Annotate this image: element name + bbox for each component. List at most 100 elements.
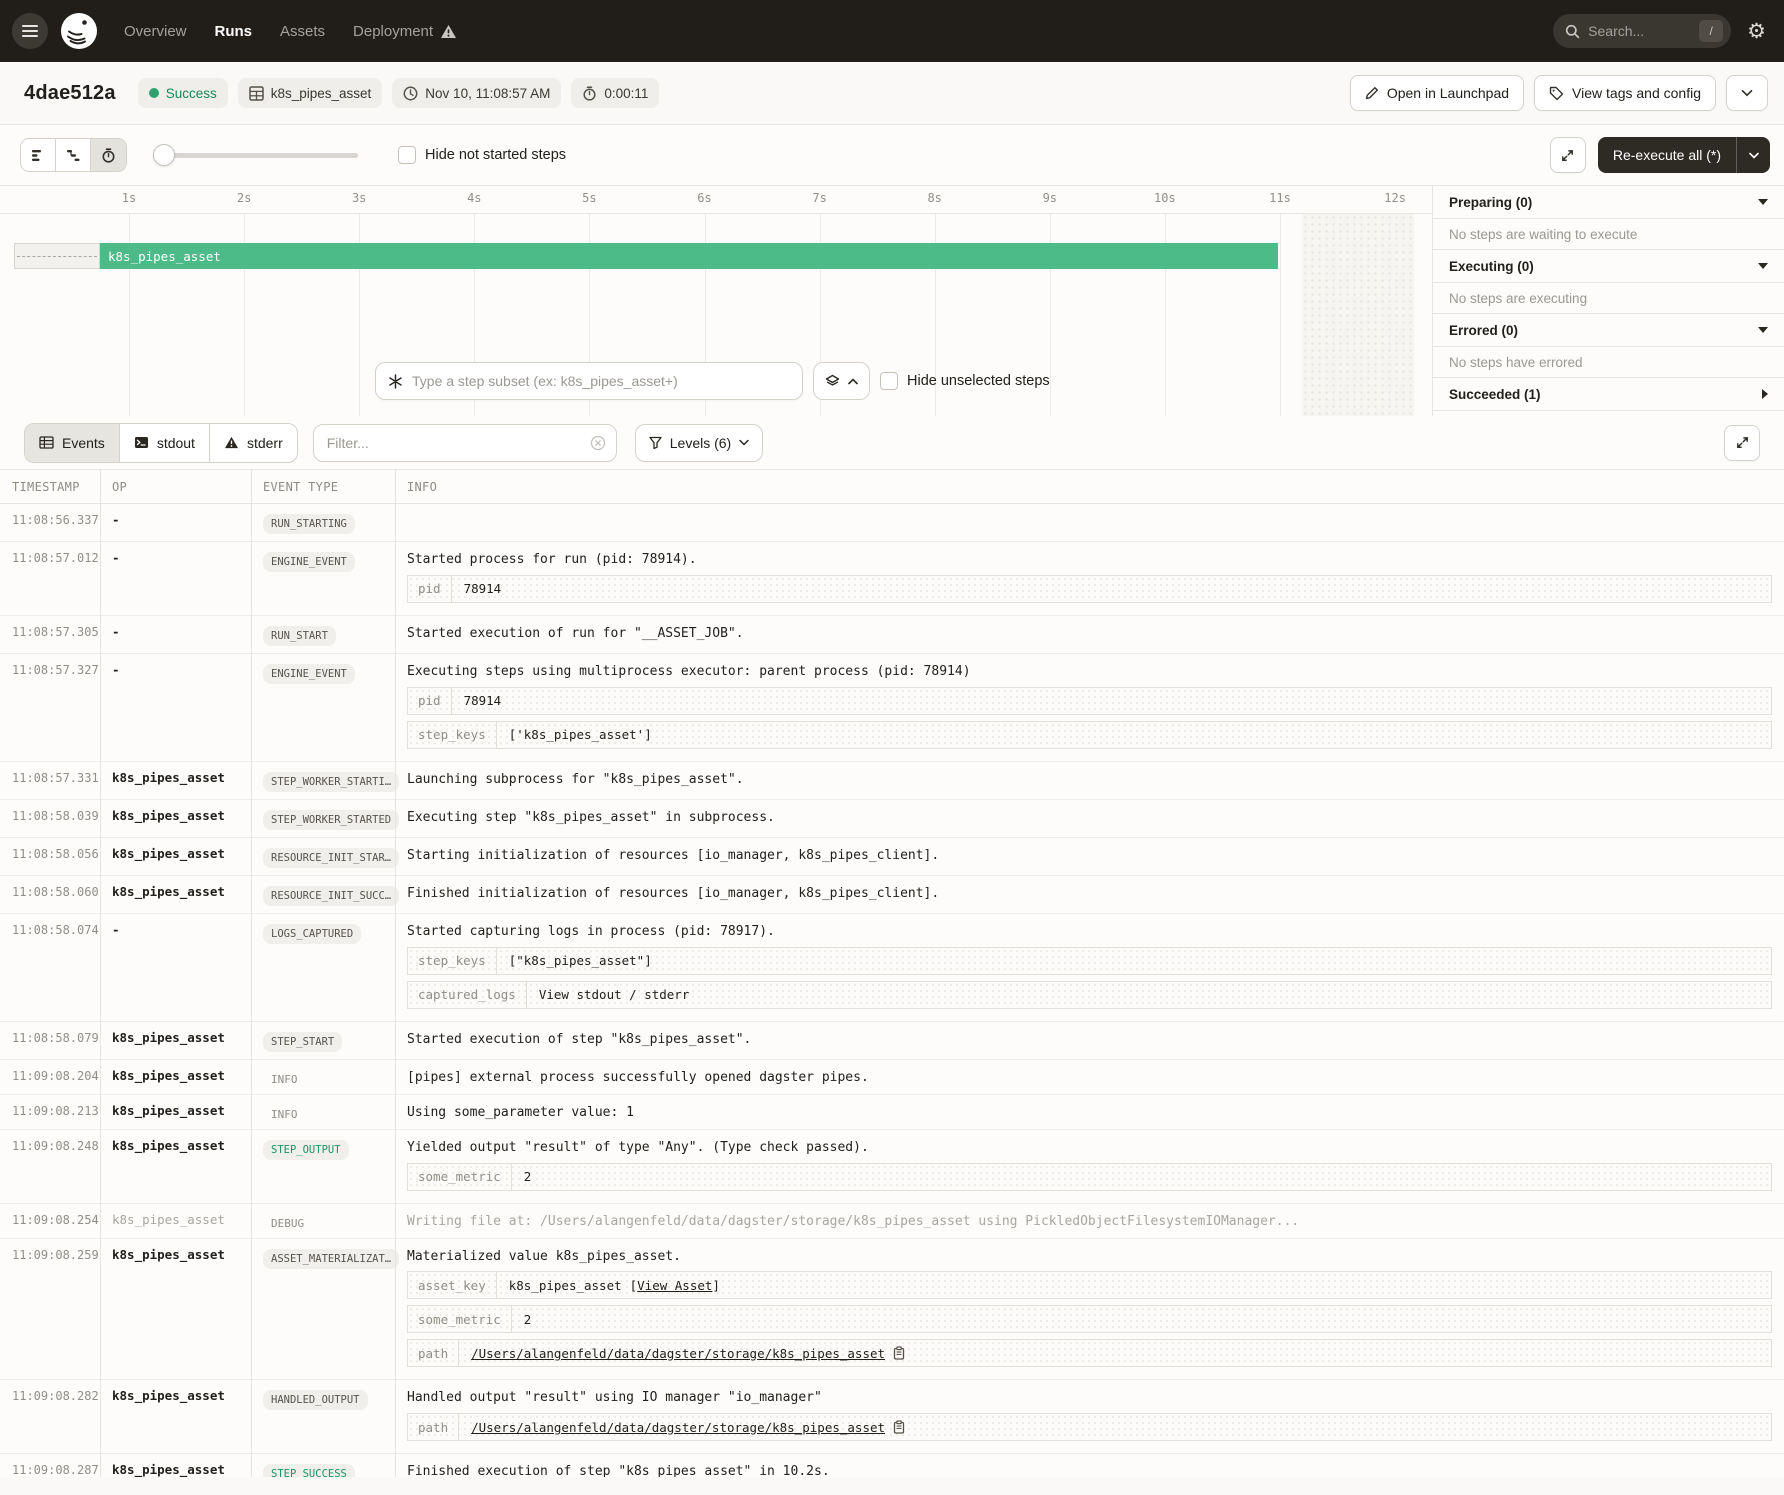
gantt-timeline: 1s2s3s4s5s6s7s8s9s10s11s12s bbox=[0, 186, 1432, 214]
levels-filter-button[interactable]: Levels (6) bbox=[635, 424, 763, 462]
log-row[interactable]: 11:08:57.331k8s_pipes_assetSTEP_WORKER_S… bbox=[0, 762, 1784, 800]
metadata-entry: pid78914 bbox=[407, 575, 1772, 603]
step-subset-input[interactable] bbox=[375, 362, 803, 400]
log-row[interactable]: 11:08:58.056k8s_pipes_assetRESOURCE_INIT… bbox=[0, 838, 1784, 876]
clear-filter-icon[interactable] bbox=[590, 435, 606, 451]
metadata-entry: some_metric 2 bbox=[407, 1163, 1772, 1191]
panel-section-body: No steps are waiting to execute bbox=[1433, 219, 1784, 250]
event-type-pill: STEP_WORKER_STARTED bbox=[263, 810, 399, 830]
log-info bbox=[395, 504, 1784, 541]
metadata-label: some_metric bbox=[408, 1164, 512, 1190]
events-fullscreen-button[interactable] bbox=[1724, 425, 1760, 461]
gantt-bar[interactable]: k8s_pipes_asset bbox=[100, 243, 1278, 269]
log-op: k8s_pipes_asset bbox=[100, 762, 251, 799]
timed-view-button[interactable] bbox=[91, 139, 126, 171]
copy-icon[interactable] bbox=[893, 1346, 905, 1360]
metadata-path-link[interactable]: /Users/alangenfeld/data/dagster/storage/… bbox=[471, 1346, 885, 1361]
search-input[interactable]: Search... / bbox=[1553, 14, 1731, 48]
checkbox-box[interactable] bbox=[398, 146, 416, 164]
log-row[interactable]: 11:08:58.074-LOGS_CAPTUREDStarted captur… bbox=[0, 914, 1784, 1022]
event-log-table: TIMESTAMPOPEVENT TYPEINFO 11:08:56.337-R… bbox=[0, 470, 1784, 1477]
log-row[interactable]: 11:08:57.012-ENGINE_EVENTStarted process… bbox=[0, 542, 1784, 616]
log-filter-input[interactable] bbox=[313, 424, 617, 462]
log-row[interactable]: 11:09:08.282k8s_pipes_assetHANDLED_OUTPU… bbox=[0, 1380, 1784, 1454]
dagster-logo-icon[interactable] bbox=[60, 12, 98, 50]
panel-section-header[interactable]: Executing (0) bbox=[1433, 250, 1784, 283]
log-info-text: Started execution of step "k8s_pipes_ass… bbox=[407, 1030, 1772, 1049]
event-type-text: INFO bbox=[271, 1104, 298, 1121]
log-row[interactable]: 11:08:58.039k8s_pipes_assetSTEP_WORKER_S… bbox=[0, 800, 1784, 838]
tab-stderr[interactable]: stderr bbox=[210, 424, 297, 462]
event-type-pill: RESOURCE_INIT_SUCC… bbox=[263, 886, 399, 906]
log-event-type: RESOURCE_INIT_STAR… bbox=[251, 838, 395, 875]
tab-events[interactable]: Events bbox=[25, 424, 120, 462]
log-info: Finished execution of step "k8s_pipes_as… bbox=[395, 1454, 1784, 1477]
log-timestamp: 11:09:08.213 bbox=[0, 1095, 100, 1129]
panel-section-header[interactable]: Errored (0) bbox=[1433, 314, 1784, 347]
event-type-pill: STEP_SUCCESS bbox=[263, 1464, 355, 1477]
log-event-type: ENGINE_EVENT bbox=[251, 654, 395, 761]
view-tags-config-button[interactable]: View tags and config bbox=[1534, 75, 1716, 111]
column-header: OP bbox=[100, 480, 251, 494]
layers-toggle-button[interactable] bbox=[813, 362, 870, 400]
panel-section: Errored (0)No steps have errored bbox=[1433, 314, 1784, 378]
log-timestamp: 11:08:57.012 bbox=[0, 542, 100, 615]
search-shortcut-key: / bbox=[1699, 20, 1723, 42]
top-nav: Overview Runs Assets Deployment Search... /… bbox=[0, 0, 1784, 62]
run-actions-dropdown-button[interactable] bbox=[1726, 75, 1768, 111]
nav-item-assets[interactable]: Assets bbox=[280, 23, 325, 40]
log-row[interactable]: 11:08:57.327-ENGINE_EVENTExecuting steps… bbox=[0, 654, 1784, 762]
flat-view-button[interactable] bbox=[21, 139, 56, 171]
metadata-label: path bbox=[408, 1414, 459, 1440]
log-row[interactable]: 11:08:58.079k8s_pipes_assetSTEP_STARTSta… bbox=[0, 1022, 1784, 1060]
metadata-value: /Users/alangenfeld/data/dagster/storage/… bbox=[459, 1414, 1771, 1440]
panel-section-header[interactable]: Succeeded (1) bbox=[1433, 378, 1784, 411]
log-row[interactable]: 11:09:08.287k8s_pipes_assetSTEP_SUCCESSF… bbox=[0, 1454, 1784, 1477]
metadata-value: ['k8s_pipes_asset'] bbox=[497, 722, 1771, 748]
timeline-tick: 4s bbox=[467, 191, 481, 205]
panel-section: Executing (0)No steps are executing bbox=[1433, 250, 1784, 314]
log-row[interactable]: 11:08:58.060k8s_pipes_assetRESOURCE_INIT… bbox=[0, 876, 1784, 914]
gantt-zoom-slider[interactable] bbox=[153, 144, 358, 166]
nav-item-overview[interactable]: Overview bbox=[124, 23, 187, 40]
log-row[interactable]: 11:09:08.204k8s_pipes_assetINFO[pipes] e… bbox=[0, 1060, 1784, 1095]
metadata-text: 2 bbox=[524, 1169, 532, 1184]
log-op: k8s_pipes_asset bbox=[100, 838, 251, 875]
log-row[interactable]: 11:09:08.248k8s_pipes_assetSTEP_OUTPUTYi… bbox=[0, 1130, 1784, 1204]
metadata-path-link[interactable]: /Users/alangenfeld/data/dagster/storage/… bbox=[471, 1420, 885, 1435]
log-event-type: LOGS_CAPTURED bbox=[251, 914, 395, 1021]
waterfall-view-button[interactable] bbox=[56, 139, 91, 171]
hide-unselected-checkbox[interactable]: Hide unselected steps bbox=[880, 372, 1050, 390]
timeline-tick: 10s bbox=[1154, 191, 1176, 205]
hamburger-menu-button[interactable] bbox=[12, 13, 48, 49]
log-row[interactable]: 11:09:08.259k8s_pipes_assetASSET_MATERIA… bbox=[0, 1239, 1784, 1381]
copy-icon[interactable] bbox=[893, 1420, 905, 1434]
reexecute-all-button[interactable]: Re-execute all (*) bbox=[1598, 137, 1770, 173]
reexecute-dropdown-button[interactable] bbox=[1736, 137, 1770, 173]
log-row[interactable]: 11:08:57.305-RUN_STARTStarted execution … bbox=[0, 616, 1784, 654]
settings-gear-icon[interactable]: ⚙ bbox=[1747, 21, 1766, 42]
metadata-bracket-link[interactable]: [View Asset] bbox=[630, 1278, 720, 1293]
nav-item-runs[interactable]: Runs bbox=[215, 23, 253, 40]
checkbox-box[interactable] bbox=[880, 372, 898, 390]
log-info-text: Handled output "result" using IO manager… bbox=[407, 1388, 1772, 1407]
log-info: Launching subprocess for "k8s_pipes_asse… bbox=[395, 762, 1784, 799]
slider-thumb[interactable] bbox=[153, 144, 175, 166]
asset-badge[interactable]: k8s_pipes_asset bbox=[238, 78, 383, 108]
gantt-fullscreen-button[interactable] bbox=[1550, 137, 1586, 173]
log-row[interactable]: 11:08:56.337-RUN_STARTING bbox=[0, 504, 1784, 542]
view-asset-link[interactable]: View Asset bbox=[637, 1278, 712, 1293]
nav-item-label: Assets bbox=[280, 23, 325, 40]
open-in-launchpad-button[interactable]: Open in Launchpad bbox=[1350, 75, 1524, 111]
metadata-entry: pid78914 bbox=[407, 687, 1772, 715]
event-type-pill: ENGINE_EVENT bbox=[263, 664, 355, 684]
panel-section-header[interactable]: Preparing (0) bbox=[1433, 186, 1784, 219]
tab-stdout[interactable]: stdout bbox=[120, 424, 210, 462]
nav-item-deployment[interactable]: Deployment bbox=[353, 23, 457, 40]
metadata-value: 78914 bbox=[452, 576, 1771, 602]
hide-not-started-checkbox[interactable]: Hide not started steps bbox=[398, 146, 566, 164]
clock-icon bbox=[403, 86, 418, 101]
log-row[interactable]: 11:09:08.213k8s_pipes_assetINFOUsing som… bbox=[0, 1095, 1784, 1130]
log-row[interactable]: 11:09:08.254k8s_pipes_assetDEBUGWriting … bbox=[0, 1204, 1784, 1239]
log-timestamp: 11:09:08.204 bbox=[0, 1060, 100, 1094]
